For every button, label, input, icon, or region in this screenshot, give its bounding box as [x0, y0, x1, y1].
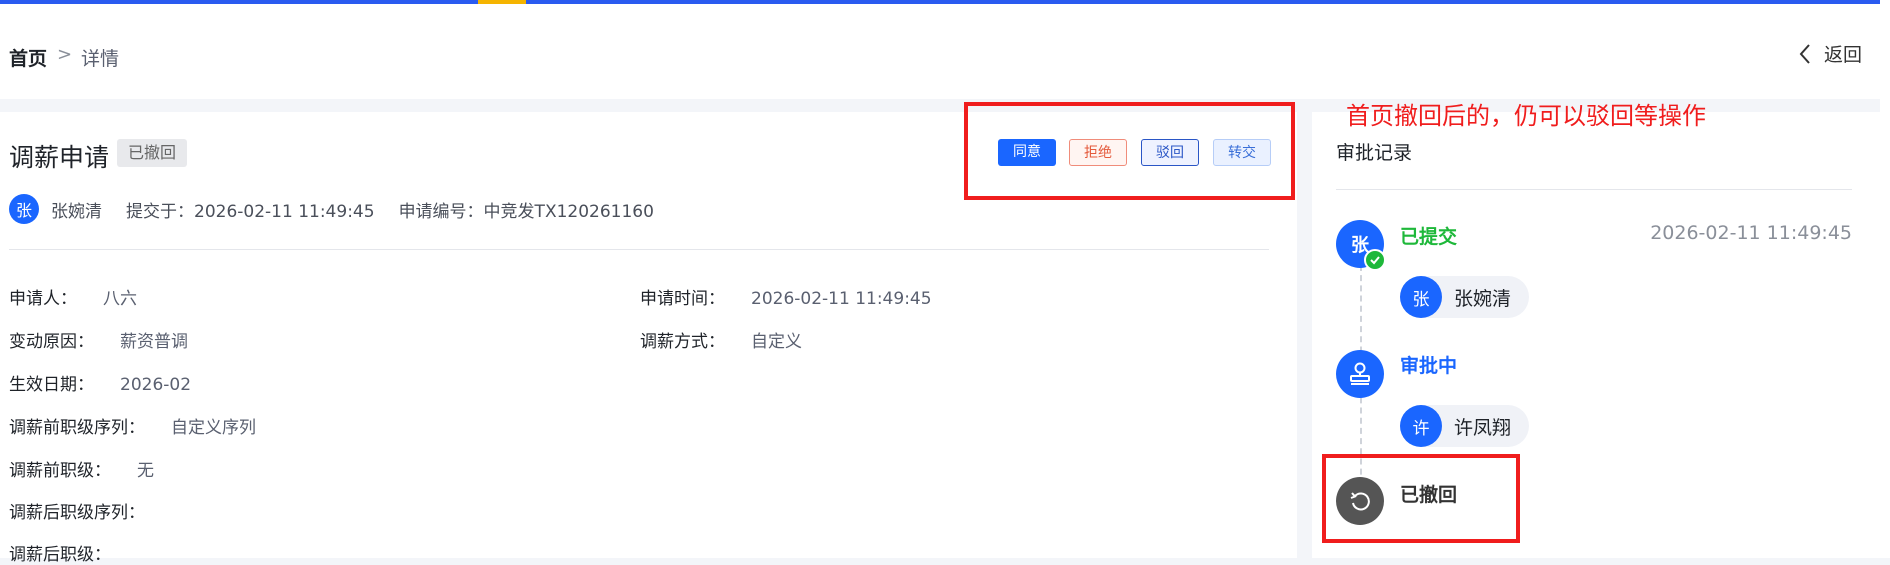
request-meta: 张 张婉清 提交于：2026-02-11 11:49:45 申请编号：中竞发TX…	[9, 194, 654, 224]
field-effective-date: 生效日期： 2026-02	[9, 370, 191, 395]
divider	[1336, 189, 1852, 190]
field-post-level: 调薪后职级：	[9, 540, 137, 565]
back-button[interactable]: 返回	[1798, 40, 1862, 67]
breadcrumb-current: 详情	[81, 48, 120, 70]
field-value: 2026-02-11 11:49:45	[751, 289, 932, 309]
submitted-time: 提交于：2026-02-11 11:49:45	[126, 201, 375, 222]
person-name: 张婉清	[1454, 287, 1512, 310]
field-label: 调薪前职级：	[9, 461, 111, 481]
field-method: 调薪方式： 自定义	[640, 327, 802, 352]
field-label: 调薪方式：	[640, 332, 725, 352]
field-post-sequence: 调薪后职级序列：	[9, 498, 171, 523]
field-value: 自定义	[751, 332, 802, 352]
records-title: 审批记录	[1336, 142, 1413, 164]
field-value: 八六	[103, 289, 137, 309]
field-label: 生效日期：	[9, 375, 94, 395]
annotation-highlight-actions	[964, 102, 1295, 200]
breadcrumb-home[interactable]: 首页	[9, 44, 47, 71]
page-title: 调薪申请	[9, 143, 110, 172]
divider	[9, 249, 1269, 250]
back-label: 返回	[1823, 44, 1862, 66]
chevron-left-icon	[1799, 43, 1810, 64]
field-applicant: 申请人： 八六	[9, 284, 137, 309]
person-chip: 许 许凤翔	[1400, 405, 1530, 447]
status-badge: 已撤回	[117, 139, 188, 167]
field-value: 无	[137, 461, 154, 481]
serial-number: 申请编号：中竞发TX120261160	[398, 201, 654, 222]
field-value: 薪资普调	[120, 332, 188, 352]
step-submitted-label: 已提交	[1400, 226, 1458, 248]
field-label: 调薪前职级序列：	[9, 418, 145, 438]
annotation-text: 首页撤回后的，仍可以驳回等操作	[1346, 102, 1706, 130]
avatar: 张	[9, 194, 39, 224]
scrollbar[interactable]	[1880, 0, 1890, 558]
avatar: 张	[1400, 276, 1442, 318]
stamp-icon	[1336, 350, 1384, 398]
page-header	[0, 4, 1880, 99]
field-label: 变动原因：	[9, 332, 94, 352]
field-pre-sequence: 调薪前职级序列： 自定义序列	[9, 413, 256, 438]
field-value: 自定义序列	[171, 418, 256, 438]
check-icon	[1364, 249, 1386, 271]
applicant-name: 张婉清	[51, 201, 102, 222]
annotation-highlight-revoked	[1322, 454, 1520, 543]
field-label: 申请人：	[9, 289, 77, 309]
field-reason: 变动原因： 薪资普调	[9, 327, 188, 352]
field-label: 调薪后职级序列：	[9, 503, 145, 523]
field-apply-time: 申请时间： 2026-02-11 11:49:45	[640, 284, 932, 309]
step-reviewing-label: 审批中	[1400, 355, 1458, 377]
breadcrumb-separator: >	[57, 44, 73, 65]
field-value: 2026-02	[120, 375, 192, 395]
field-label: 调薪后职级：	[9, 545, 111, 565]
person-chip: 张 张婉清	[1400, 276, 1530, 318]
field-pre-level: 调薪前职级： 无	[9, 456, 154, 481]
avatar: 许	[1400, 405, 1442, 447]
field-label: 申请时间：	[640, 289, 725, 309]
person-name: 许凤翔	[1454, 416, 1512, 439]
step-submitted-time: 2026-02-11 11:49:45	[1650, 222, 1852, 244]
